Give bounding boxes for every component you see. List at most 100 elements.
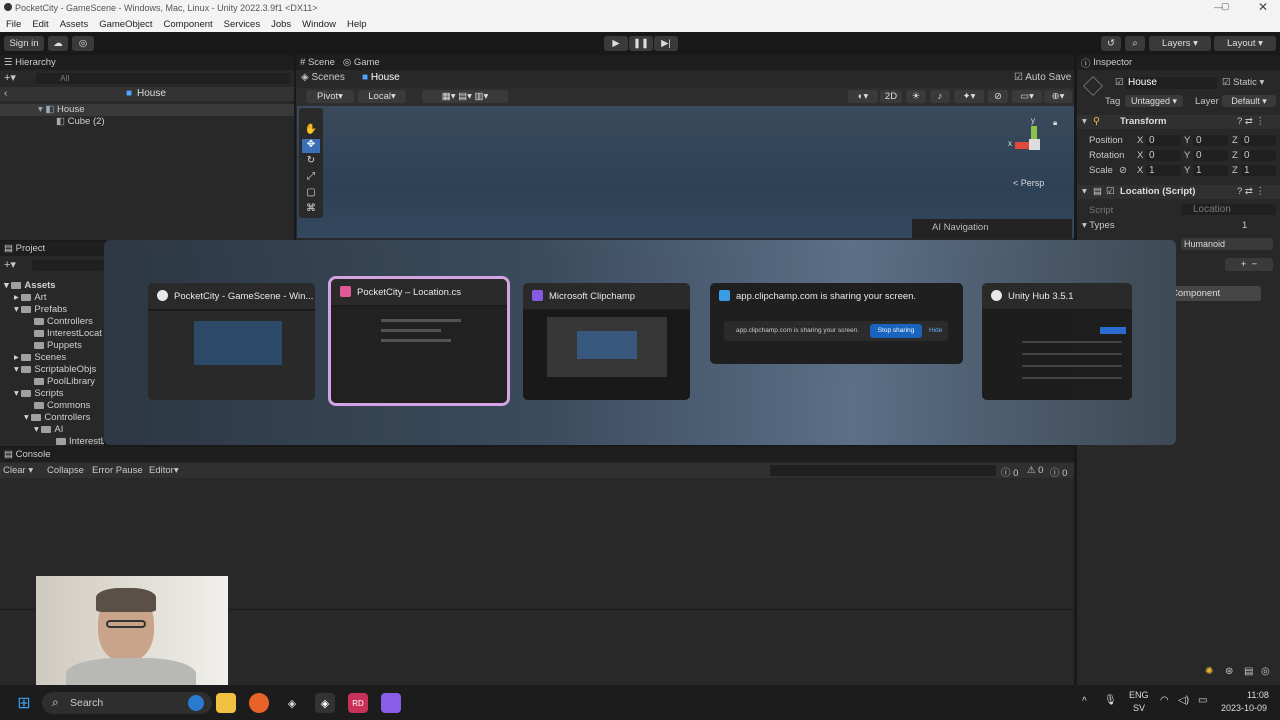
- bulb-icon[interactable]: ✺: [1205, 666, 1213, 677]
- types-foldout[interactable]: ▾ Types: [1082, 220, 1115, 231]
- move-tool-icon[interactable]: ✥: [302, 139, 320, 153]
- language-bottom[interactable]: SV: [1133, 703, 1145, 713]
- perspective-label[interactable]: < Persp: [1013, 178, 1044, 188]
- scene-viewport[interactable]: ✋ ✥ ↻ ⤢ ▢ ⌘ y x 🔒︎ < Persp AI Navigation: [297, 106, 1074, 238]
- search-icon[interactable]: ⌕: [1125, 36, 1145, 51]
- collab-icon[interactable]: ◎: [72, 36, 94, 51]
- list-add-remove[interactable]: + −: [1225, 258, 1273, 271]
- auto-save-toggle[interactable]: ☑ Auto Save: [1014, 72, 1071, 83]
- switcher-card-unity[interactable]: PocketCity - GameScene - Win...: [148, 283, 315, 400]
- switcher-card-clipchamp[interactable]: Microsoft Clipchamp: [523, 283, 690, 400]
- maximize-icon[interactable]: ▢: [1221, 1, 1230, 12]
- inspector-tab[interactable]: ⓘ Inspector: [1077, 55, 1280, 70]
- add-icon[interactable]: +▾: [4, 71, 16, 84]
- ai-navigation-overlay[interactable]: AI Navigation: [912, 219, 1072, 238]
- gizmos-icon[interactable]: ⊕▾: [1044, 90, 1072, 103]
- hierarchy-search-input[interactable]: All: [36, 73, 290, 84]
- grid-snap-tools[interactable]: ▦▾ ▤▾ ▥▾: [422, 90, 508, 103]
- close-icon[interactable]: ✕: [1258, 0, 1268, 14]
- console-tab[interactable]: ▤ Console: [0, 447, 1074, 462]
- switcher-card-sharing[interactable]: app.clipchamp.com is sharing your screen…: [710, 283, 963, 364]
- rotate-tool-icon[interactable]: ↻: [302, 155, 320, 169]
- step-button[interactable]: ▶|: [654, 36, 678, 51]
- volume-icon[interactable]: ◁): [1178, 695, 1189, 706]
- hierarchy-row-house[interactable]: ▾ ◧ House: [0, 104, 294, 116]
- layers-icon[interactable]: ⊛: [1225, 666, 1233, 677]
- editor-dropdown[interactable]: Editor▾: [149, 465, 179, 476]
- history-icon[interactable]: ↺: [1101, 36, 1121, 51]
- cloud-icon[interactable]: ☁: [48, 36, 68, 51]
- draw-mode-dropdown[interactable]: ◐▾: [848, 90, 878, 103]
- project-search-input[interactable]: [32, 260, 104, 271]
- layout-dropdown[interactable]: Layout ▾: [1214, 36, 1276, 51]
- rotation-x-field[interactable]: 0: [1146, 150, 1181, 161]
- clock-time[interactable]: 11:08: [1247, 690, 1269, 700]
- tree-item-art[interactable]: ▸ Art: [14, 292, 47, 303]
- hand-tool-icon[interactable]: ✋: [302, 124, 320, 138]
- menu-services[interactable]: Services: [224, 19, 260, 30]
- local-dropdown[interactable]: Local ▾: [358, 90, 406, 103]
- position-z-field[interactable]: 0: [1241, 135, 1276, 146]
- menu-gameobject[interactable]: GameObject: [99, 19, 152, 30]
- menu-file[interactable]: File: [6, 19, 21, 30]
- hierarchy-row-cube[interactable]: ◧ Cube (2): [56, 116, 105, 127]
- menu-help[interactable]: Help: [347, 19, 367, 30]
- clipchamp-taskbar-icon[interactable]: [381, 693, 401, 713]
- console-search-input[interactable]: [770, 465, 996, 476]
- scale-y-field[interactable]: 1: [1193, 165, 1228, 176]
- position-x-field[interactable]: 0: [1146, 135, 1181, 146]
- show-hidden-icons[interactable]: ^: [1082, 696, 1087, 707]
- taskbar-search[interactable]: ⌕ Search: [42, 692, 212, 714]
- tab-game[interactable]: ◎ Game: [343, 57, 380, 68]
- menu-assets[interactable]: Assets: [60, 19, 89, 30]
- 2d-toggle[interactable]: 2D: [880, 90, 902, 103]
- battery-icon[interactable]: ▭: [1198, 695, 1207, 706]
- info-toggle[interactable]: ⓘ 0: [1001, 465, 1018, 479]
- collab-status-icon[interactable]: ◎: [1261, 666, 1270, 677]
- light-icon[interactable]: ☀: [906, 90, 926, 103]
- enabled-checkbox[interactable]: ☑: [1106, 186, 1115, 197]
- scale-tool-icon[interactable]: ⤢: [302, 171, 320, 185]
- unity-taskbar-icon[interactable]: ◈: [315, 693, 335, 713]
- tree-item-controllers[interactable]: Controllers: [34, 316, 93, 327]
- layer-dropdown[interactable]: Default ▾: [1222, 95, 1276, 107]
- script-field[interactable]: Location: [1181, 204, 1276, 215]
- switcher-card-rider[interactable]: PocketCity – Location.cs: [328, 276, 510, 406]
- pivot-dropdown[interactable]: Pivot ▾: [306, 90, 354, 103]
- tag-dropdown[interactable]: Untagged ▾: [1125, 95, 1183, 107]
- microphone-icon[interactable]: 🎙︎: [1104, 695, 1117, 706]
- humanoid-dropdown[interactable]: Humanoid: [1181, 238, 1273, 250]
- sign-in-button[interactable]: Sign in: [4, 36, 44, 51]
- firefox-icon[interactable]: [249, 693, 269, 713]
- rotation-z-field[interactable]: 0: [1241, 150, 1276, 161]
- project-tab[interactable]: ▤ Project: [0, 241, 104, 256]
- tree-item-scripts[interactable]: ▾ Scripts: [14, 388, 63, 399]
- object-name-field[interactable]: House: [1125, 77, 1217, 89]
- visibility-icon[interactable]: ⊘: [988, 90, 1008, 103]
- switcher-card-unity-hub[interactable]: Unity Hub 3.5.1: [982, 283, 1132, 400]
- tree-item-scriptableobjs[interactable]: ▾ ScriptableObjs: [14, 364, 96, 375]
- pause-button[interactable]: ❚❚: [629, 36, 653, 51]
- tree-item-poollibrary[interactable]: PoolLibrary: [34, 376, 95, 387]
- rotation-y-field[interactable]: 0: [1193, 150, 1228, 161]
- hide-link[interactable]: Hide: [929, 327, 942, 334]
- component-menu-icon[interactable]: ? ⇄ ⋮: [1237, 116, 1265, 127]
- transform-header[interactable]: ▾ ⚲ Transform ? ⇄ ⋮: [1077, 115, 1280, 129]
- active-checkbox[interactable]: ☑: [1115, 77, 1124, 88]
- play-button[interactable]: ▶: [604, 36, 628, 51]
- tree-item-scenes[interactable]: ▸ Scenes: [14, 352, 66, 363]
- tree-item-puppets[interactable]: Puppets: [34, 340, 82, 351]
- position-y-field[interactable]: 0: [1193, 135, 1228, 146]
- types-count[interactable]: 1: [1242, 220, 1247, 231]
- menu-component[interactable]: Component: [164, 19, 213, 30]
- tree-item-commons[interactable]: Commons: [34, 400, 90, 411]
- stop-sharing-button[interactable]: Stop sharing: [870, 324, 922, 338]
- transform-tool-icon[interactable]: ⌘: [302, 203, 320, 217]
- wifi-icon[interactable]: ◠: [1160, 695, 1169, 706]
- tab-scene[interactable]: # Scene: [300, 57, 335, 68]
- warning-toggle[interactable]: ⚠ 0: [1027, 465, 1043, 476]
- component-menu-icon[interactable]: ? ⇄ ⋮: [1237, 186, 1265, 197]
- link-icon[interactable]: ⊘: [1119, 165, 1127, 176]
- layers-dropdown[interactable]: Layers ▾: [1149, 36, 1211, 51]
- error-pause-button[interactable]: Error Pause: [92, 465, 143, 476]
